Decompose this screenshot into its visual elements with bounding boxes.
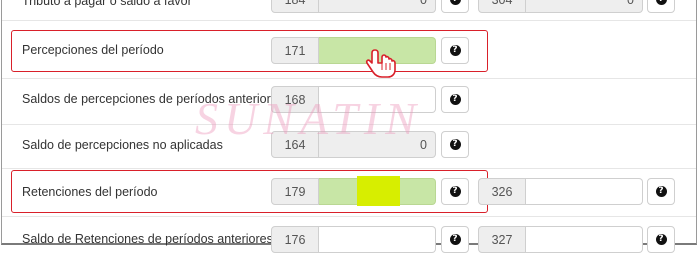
- saldo-retenciones-b-input[interactable]: [526, 226, 643, 253]
- question-icon: ?: [449, 234, 461, 245]
- row-code-327: 327: [478, 226, 526, 253]
- question-icon: ?: [449, 94, 461, 105]
- row-field-tributo-b: 0: [526, 0, 643, 13]
- watermark: SUNATIN: [195, 93, 422, 144]
- row-code-184: 184: [271, 0, 319, 13]
- help-button[interactable]: ?: [441, 131, 469, 158]
- row-label-tributo: Tributo a pagar o saldo a favor: [22, 0, 192, 8]
- row-divider: [2, 20, 696, 21]
- help-button[interactable]: ?: [441, 86, 469, 113]
- help-button[interactable]: ?: [441, 178, 469, 205]
- saldo-retenciones-input[interactable]: [319, 226, 436, 253]
- hand-cursor-icon: [365, 49, 396, 78]
- question-icon: ?: [655, 0, 667, 5]
- row-code-171: 171: [271, 37, 319, 64]
- row-field-tributo-a: 0: [319, 0, 436, 13]
- row-divider: [2, 78, 696, 79]
- help-button[interactable]: ?: [441, 37, 469, 64]
- row-code-326: 326: [478, 178, 526, 205]
- retenciones-b-input[interactable]: [526, 178, 643, 205]
- help-button[interactable]: ?: [441, 0, 469, 13]
- row-label-percepciones: Percepciones del período: [22, 43, 164, 57]
- row-code-176: 176: [271, 226, 319, 253]
- row-divider: [2, 168, 696, 169]
- question-icon: ?: [449, 186, 461, 197]
- question-icon: ?: [655, 186, 667, 197]
- help-button[interactable]: ?: [647, 226, 675, 253]
- row-divider: [2, 216, 696, 217]
- question-icon: ?: [655, 234, 667, 245]
- question-icon: ?: [449, 45, 461, 56]
- row-label-retenciones: Retenciones del período: [22, 185, 158, 199]
- row-label-saldo-no-aplicadas: Saldo de percepciones no aplicadas: [22, 138, 223, 152]
- question-icon: ?: [449, 139, 461, 150]
- highlight-marker: [357, 176, 400, 206]
- row-code-304: 304: [478, 0, 526, 13]
- row-label-saldo-retenciones: Saldo de Retenciones de períodos anterio…: [22, 232, 273, 246]
- question-icon: ?: [449, 0, 461, 5]
- help-button[interactable]: ?: [647, 178, 675, 205]
- help-button[interactable]: ?: [647, 0, 675, 13]
- row-code-179: 179: [271, 178, 319, 205]
- help-button[interactable]: ?: [441, 226, 469, 253]
